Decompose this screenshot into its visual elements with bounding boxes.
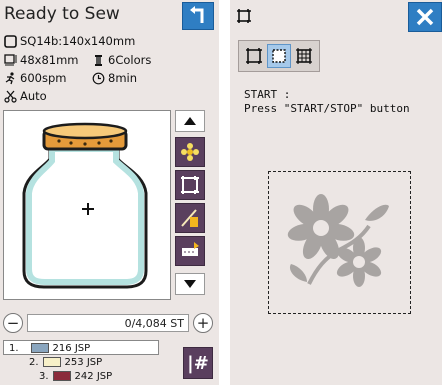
thread-trim-text: Auto xyxy=(20,89,47,103)
color-sequence-button[interactable] xyxy=(175,137,205,167)
flower-sparkle-icon xyxy=(181,143,199,161)
start-hint: Press "START/STOP" button xyxy=(244,102,410,115)
thread-swatch xyxy=(30,343,49,353)
trace-outline-button[interactable] xyxy=(242,44,266,68)
start-label: START : xyxy=(244,88,291,101)
return-arrow-icon xyxy=(190,6,204,23)
design-size-icon xyxy=(4,53,17,65)
trace-area xyxy=(268,171,411,314)
frame-corners-icon xyxy=(181,176,199,194)
trace-mode-selector xyxy=(238,40,320,72)
color-sort-button[interactable]: |# xyxy=(183,347,213,379)
stitch-back-button[interactable]: − xyxy=(3,313,23,333)
scroll-down-button[interactable] xyxy=(175,273,205,295)
thread-color-button[interactable] xyxy=(175,203,205,233)
thread-swatch xyxy=(52,371,71,381)
design-preview[interactable] xyxy=(3,110,171,300)
color-count-info: 6Colors xyxy=(92,53,151,67)
ready-to-sew-panel: Ready to Sew SQ14b:140x140mm 48x81mm 6Co… xyxy=(0,0,219,385)
thread-swatch xyxy=(42,357,61,367)
stitch-forward-button[interactable]: + xyxy=(193,313,213,333)
design-size-text: 48x81mm xyxy=(20,53,79,67)
time-text: 8min xyxy=(108,71,138,85)
hoop-info: SQ14b:140x140mm xyxy=(4,34,135,48)
thread-color-list[interactable]: 1. 216 JSP 2. 253 JSP 3. 242 JSP xyxy=(3,340,163,385)
stitch-jump-button[interactable] xyxy=(175,236,205,266)
color-list-item[interactable]: 2. 253 JSP xyxy=(29,355,102,369)
thread-code: 242 JSP xyxy=(74,370,113,382)
plus-icon: + xyxy=(196,313,210,332)
trial-panel: START : Press "START/STOP" button xyxy=(230,0,442,385)
back-button[interactable] xyxy=(182,2,214,30)
scroll-up-button[interactable] xyxy=(175,110,205,132)
minus-icon: − xyxy=(6,313,20,332)
design-size-info: 48x81mm xyxy=(4,53,78,67)
jump-stitch-icon xyxy=(182,242,199,256)
clock-icon xyxy=(92,72,105,84)
color-list-item[interactable]: 3. 242 JSP xyxy=(39,369,112,383)
frame-dashed-icon xyxy=(272,49,286,63)
spool-icon xyxy=(95,54,102,66)
frame-corners-icon xyxy=(237,9,251,23)
thread-code: 216 JSP xyxy=(52,342,91,354)
stitch-counter: 0/4,084 ST xyxy=(27,314,189,332)
color-count-text: 6Colors xyxy=(108,53,152,67)
color-list-item[interactable]: 1. 216 JSP xyxy=(9,341,90,355)
thread-trim-info: Auto xyxy=(4,89,47,103)
trial-frame-button[interactable] xyxy=(175,170,205,200)
screen-title: Ready to Sew xyxy=(4,4,120,24)
speed-info: 600spm xyxy=(4,71,66,85)
color-index: 3. xyxy=(39,370,49,382)
frame-outline-icon xyxy=(245,48,262,64)
time-info: 8min xyxy=(92,71,137,85)
running-figure-icon xyxy=(5,71,15,84)
triangle-down-icon xyxy=(184,280,196,288)
close-icon xyxy=(416,8,434,26)
trace-grid-button[interactable] xyxy=(292,44,316,68)
close-button[interactable] xyxy=(408,2,442,32)
speed-text: 600spm xyxy=(20,71,67,85)
hoop-size-text: SQ14b:140x140mm xyxy=(20,34,136,48)
thread-code: 253 JSP xyxy=(64,356,103,368)
trace-dashed-button[interactable] xyxy=(266,44,291,68)
flower-design-icon xyxy=(287,194,389,287)
mason-jar-design xyxy=(22,122,148,289)
hoop-icon xyxy=(4,34,17,48)
color-index: 2. xyxy=(29,356,39,368)
hash-icon: |# xyxy=(187,352,209,374)
scissors-icon xyxy=(4,90,17,103)
spool-needle-icon xyxy=(181,209,198,227)
stitch-counter-row: − 0/4,084 ST + xyxy=(3,312,213,334)
frame-grid-icon xyxy=(296,48,313,64)
triangle-up-icon xyxy=(184,117,196,125)
start-instruction: START : Press "START/STOP" button xyxy=(244,88,410,116)
color-index: 1. xyxy=(9,342,19,354)
